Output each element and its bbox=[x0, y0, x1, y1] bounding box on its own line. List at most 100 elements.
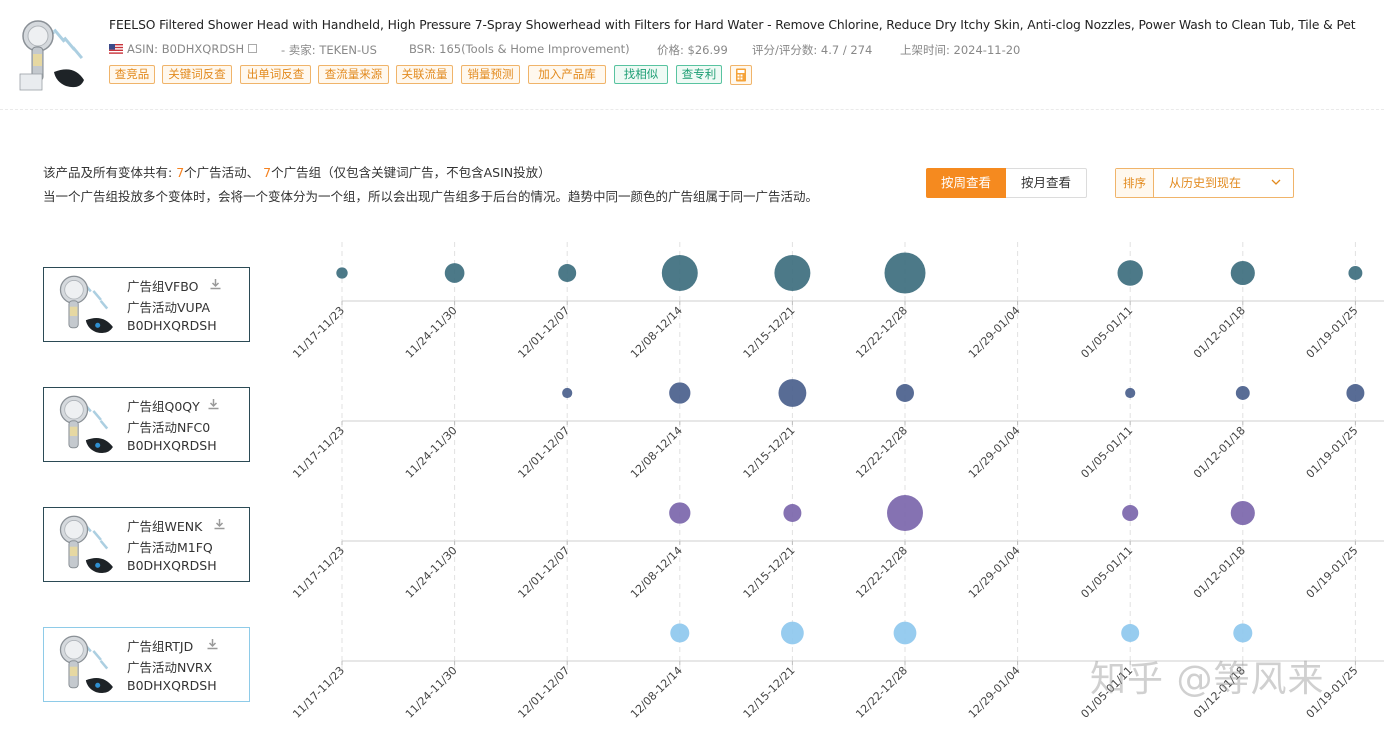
sort-label: 排序 bbox=[1116, 169, 1154, 197]
bubble-point[interactable] bbox=[1346, 384, 1365, 402]
bubble-point[interactable] bbox=[670, 623, 690, 643]
bubble-point[interactable] bbox=[444, 263, 465, 283]
tick-label: 01/19-01/25 bbox=[1304, 544, 1361, 601]
tick-label: 12/15-12/21 bbox=[741, 664, 798, 721]
ad-group-card[interactable]: 广告组WENK 广告活动M1FQ B0DHXQRDSH bbox=[43, 507, 250, 582]
tick-label: 12/15-12/21 bbox=[741, 304, 798, 361]
tick-label: 12/29-01/04 bbox=[966, 424, 1023, 481]
calculator-button[interactable] bbox=[730, 65, 752, 85]
watermark-text: 知乎 @等风来 bbox=[1090, 659, 1325, 700]
bubble-point[interactable] bbox=[562, 387, 573, 399]
download-icon[interactable] bbox=[213, 518, 226, 531]
tick-label: 12/08-12/14 bbox=[628, 544, 685, 601]
view-by-month-button[interactable]: 按月查看 bbox=[1006, 168, 1087, 198]
chevron-down-icon bbox=[1271, 179, 1281, 185]
bubble-point[interactable] bbox=[893, 621, 917, 645]
tick-label: 11/24-11/30 bbox=[403, 544, 460, 601]
bubble-point[interactable] bbox=[781, 621, 804, 645]
ad-group-name: 广告组Q0QY bbox=[127, 399, 200, 414]
tag-related-traffic-button[interactable]: 关联流量 bbox=[396, 65, 453, 84]
tick-label: 12/29-01/04 bbox=[966, 544, 1023, 601]
bubble-point[interactable] bbox=[1121, 624, 1140, 642]
ad-summary-note: 当一个广告组投放多个变体时，会将一个变体分为一个组，所以会出现广告组多于后台的情… bbox=[43, 189, 819, 204]
tag-find-similar-button[interactable]: 找相似 bbox=[614, 65, 668, 84]
tick-label: 12/01-12/07 bbox=[515, 544, 572, 601]
summary-prefix: 该产品及所有变体共有: bbox=[43, 165, 173, 180]
tag-patent-button[interactable]: 查专利 bbox=[676, 65, 722, 84]
tick-label: 11/24-11/30 bbox=[403, 304, 460, 361]
tick-label: 12/01-12/07 bbox=[515, 424, 572, 481]
tick-label: 01/12-01/18 bbox=[1191, 544, 1248, 601]
tag-traffic-source-button[interactable]: 查流量来源 bbox=[318, 65, 389, 84]
tag-sales-forecast-button[interactable]: 销量预测 bbox=[461, 65, 520, 84]
download-icon[interactable] bbox=[209, 278, 222, 291]
tick-label: 12/29-01/04 bbox=[966, 664, 1023, 721]
bubble-point[interactable] bbox=[896, 384, 914, 402]
bubble-point[interactable] bbox=[783, 504, 802, 522]
ad-campaign-name: 广告活动M1FQ bbox=[127, 540, 213, 555]
ad-group-card[interactable]: 广告组RTJD 广告活动NVRX B0DHXQRDSH bbox=[43, 627, 250, 702]
tick-label: 12/22-12/28 bbox=[853, 304, 910, 361]
bubble-point[interactable] bbox=[774, 255, 811, 291]
tick-label: 01/12-01/18 bbox=[1191, 424, 1248, 481]
bubble-point[interactable] bbox=[1230, 260, 1255, 286]
summary-suffix: 个广告组（仅包含关键词广告，不包含ASIN投放） bbox=[271, 165, 551, 180]
tick-label: 01/19-01/25 bbox=[1304, 424, 1361, 481]
bubble-point[interactable] bbox=[1122, 504, 1139, 522]
product-image[interactable] bbox=[14, 14, 92, 94]
ad-summary-line: 该产品及所有变体共有: 7个广告活动、 7个广告组（仅包含关键词广告，不包含AS… bbox=[43, 162, 551, 181]
tag-competitors-button[interactable]: 查竞品 bbox=[109, 65, 155, 84]
bubble-point[interactable] bbox=[669, 502, 691, 524]
tick-label: 12/22-12/28 bbox=[853, 424, 910, 481]
tick-label: 12/08-12/14 bbox=[628, 664, 685, 721]
tick-label: 01/12-01/18 bbox=[1191, 304, 1248, 361]
summary-mid: 个广告活动、 bbox=[184, 165, 260, 180]
product-thumbnail bbox=[52, 271, 118, 339]
ad-group-name: 广告组WENK bbox=[127, 519, 203, 534]
sort-select[interactable]: 排序 从历史到现在 bbox=[1115, 168, 1294, 198]
bubble-point[interactable] bbox=[1230, 500, 1255, 526]
rating-text: 评分/评分数: 4.7 / 274 bbox=[752, 43, 873, 57]
asin-text[interactable]: ASIN: B0DHXQRDSH bbox=[127, 42, 244, 56]
bubble-point[interactable] bbox=[778, 379, 807, 407]
bubble-point[interactable] bbox=[558, 264, 577, 282]
product-header: FEELSO Filtered Shower Head with Handhel… bbox=[0, 0, 1384, 110]
product-title[interactable]: FEELSO Filtered Shower Head with Handhel… bbox=[109, 18, 1379, 32]
tick-label: 01/05-01/11 bbox=[1078, 424, 1135, 481]
ad-group-asin: B0DHXQRDSH bbox=[127, 318, 217, 333]
tag-add-to-library-button[interactable]: 加入产品库 bbox=[528, 65, 606, 84]
ad-campaign-name: 广告活动NFC0 bbox=[127, 420, 211, 435]
product-thumbnail bbox=[52, 631, 118, 699]
product-thumbnail bbox=[52, 391, 118, 459]
external-link-icon[interactable] bbox=[248, 44, 258, 53]
bubble-point[interactable] bbox=[1117, 260, 1143, 286]
download-icon[interactable] bbox=[207, 398, 220, 411]
asin-meta: ASIN: B0DHXQRDSH bbox=[109, 42, 258, 56]
bubble-point[interactable] bbox=[1235, 386, 1250, 400]
bubble-point[interactable] bbox=[661, 255, 698, 291]
tag-keyword-reverse-button[interactable]: 关键词反查 bbox=[162, 65, 232, 84]
ad-group-name: 广告组VFBO bbox=[127, 279, 199, 294]
bubble-point[interactable] bbox=[336, 267, 348, 279]
tag-order-keyword-button[interactable]: 出单词反查 bbox=[240, 65, 311, 84]
seller-text[interactable]: - 卖家: TEKEN-US bbox=[281, 42, 377, 58]
tick-label: 11/24-11/30 bbox=[403, 664, 460, 721]
product-thumbnail bbox=[52, 511, 118, 579]
bubble-point[interactable] bbox=[884, 252, 926, 294]
bubble-point[interactable] bbox=[1348, 266, 1363, 280]
download-icon[interactable] bbox=[206, 638, 219, 651]
ad-group-card[interactable]: 广告组VFBO 广告活动VUPA B0DHXQRDSH bbox=[43, 267, 250, 342]
tick-label: 01/19-01/25 bbox=[1304, 304, 1361, 361]
ad-campaign-name: 广告活动VUPA bbox=[127, 300, 210, 315]
ad-group-card[interactable]: 广告组Q0QY 广告活动NFC0 B0DHXQRDSH bbox=[43, 387, 250, 462]
view-by-week-button[interactable]: 按周查看 bbox=[926, 168, 1006, 198]
calculator-icon bbox=[736, 68, 746, 82]
campaign-count: 7 bbox=[176, 165, 185, 180]
bubble-point[interactable] bbox=[887, 495, 923, 531]
us-flag-icon bbox=[109, 44, 123, 54]
price-text: 价格: $26.99 bbox=[657, 43, 728, 57]
bubble-point[interactable] bbox=[1233, 623, 1253, 643]
bubble-point[interactable] bbox=[1125, 387, 1136, 399]
bubble-point[interactable] bbox=[669, 382, 691, 404]
ad-group-asin: B0DHXQRDSH bbox=[127, 558, 217, 573]
